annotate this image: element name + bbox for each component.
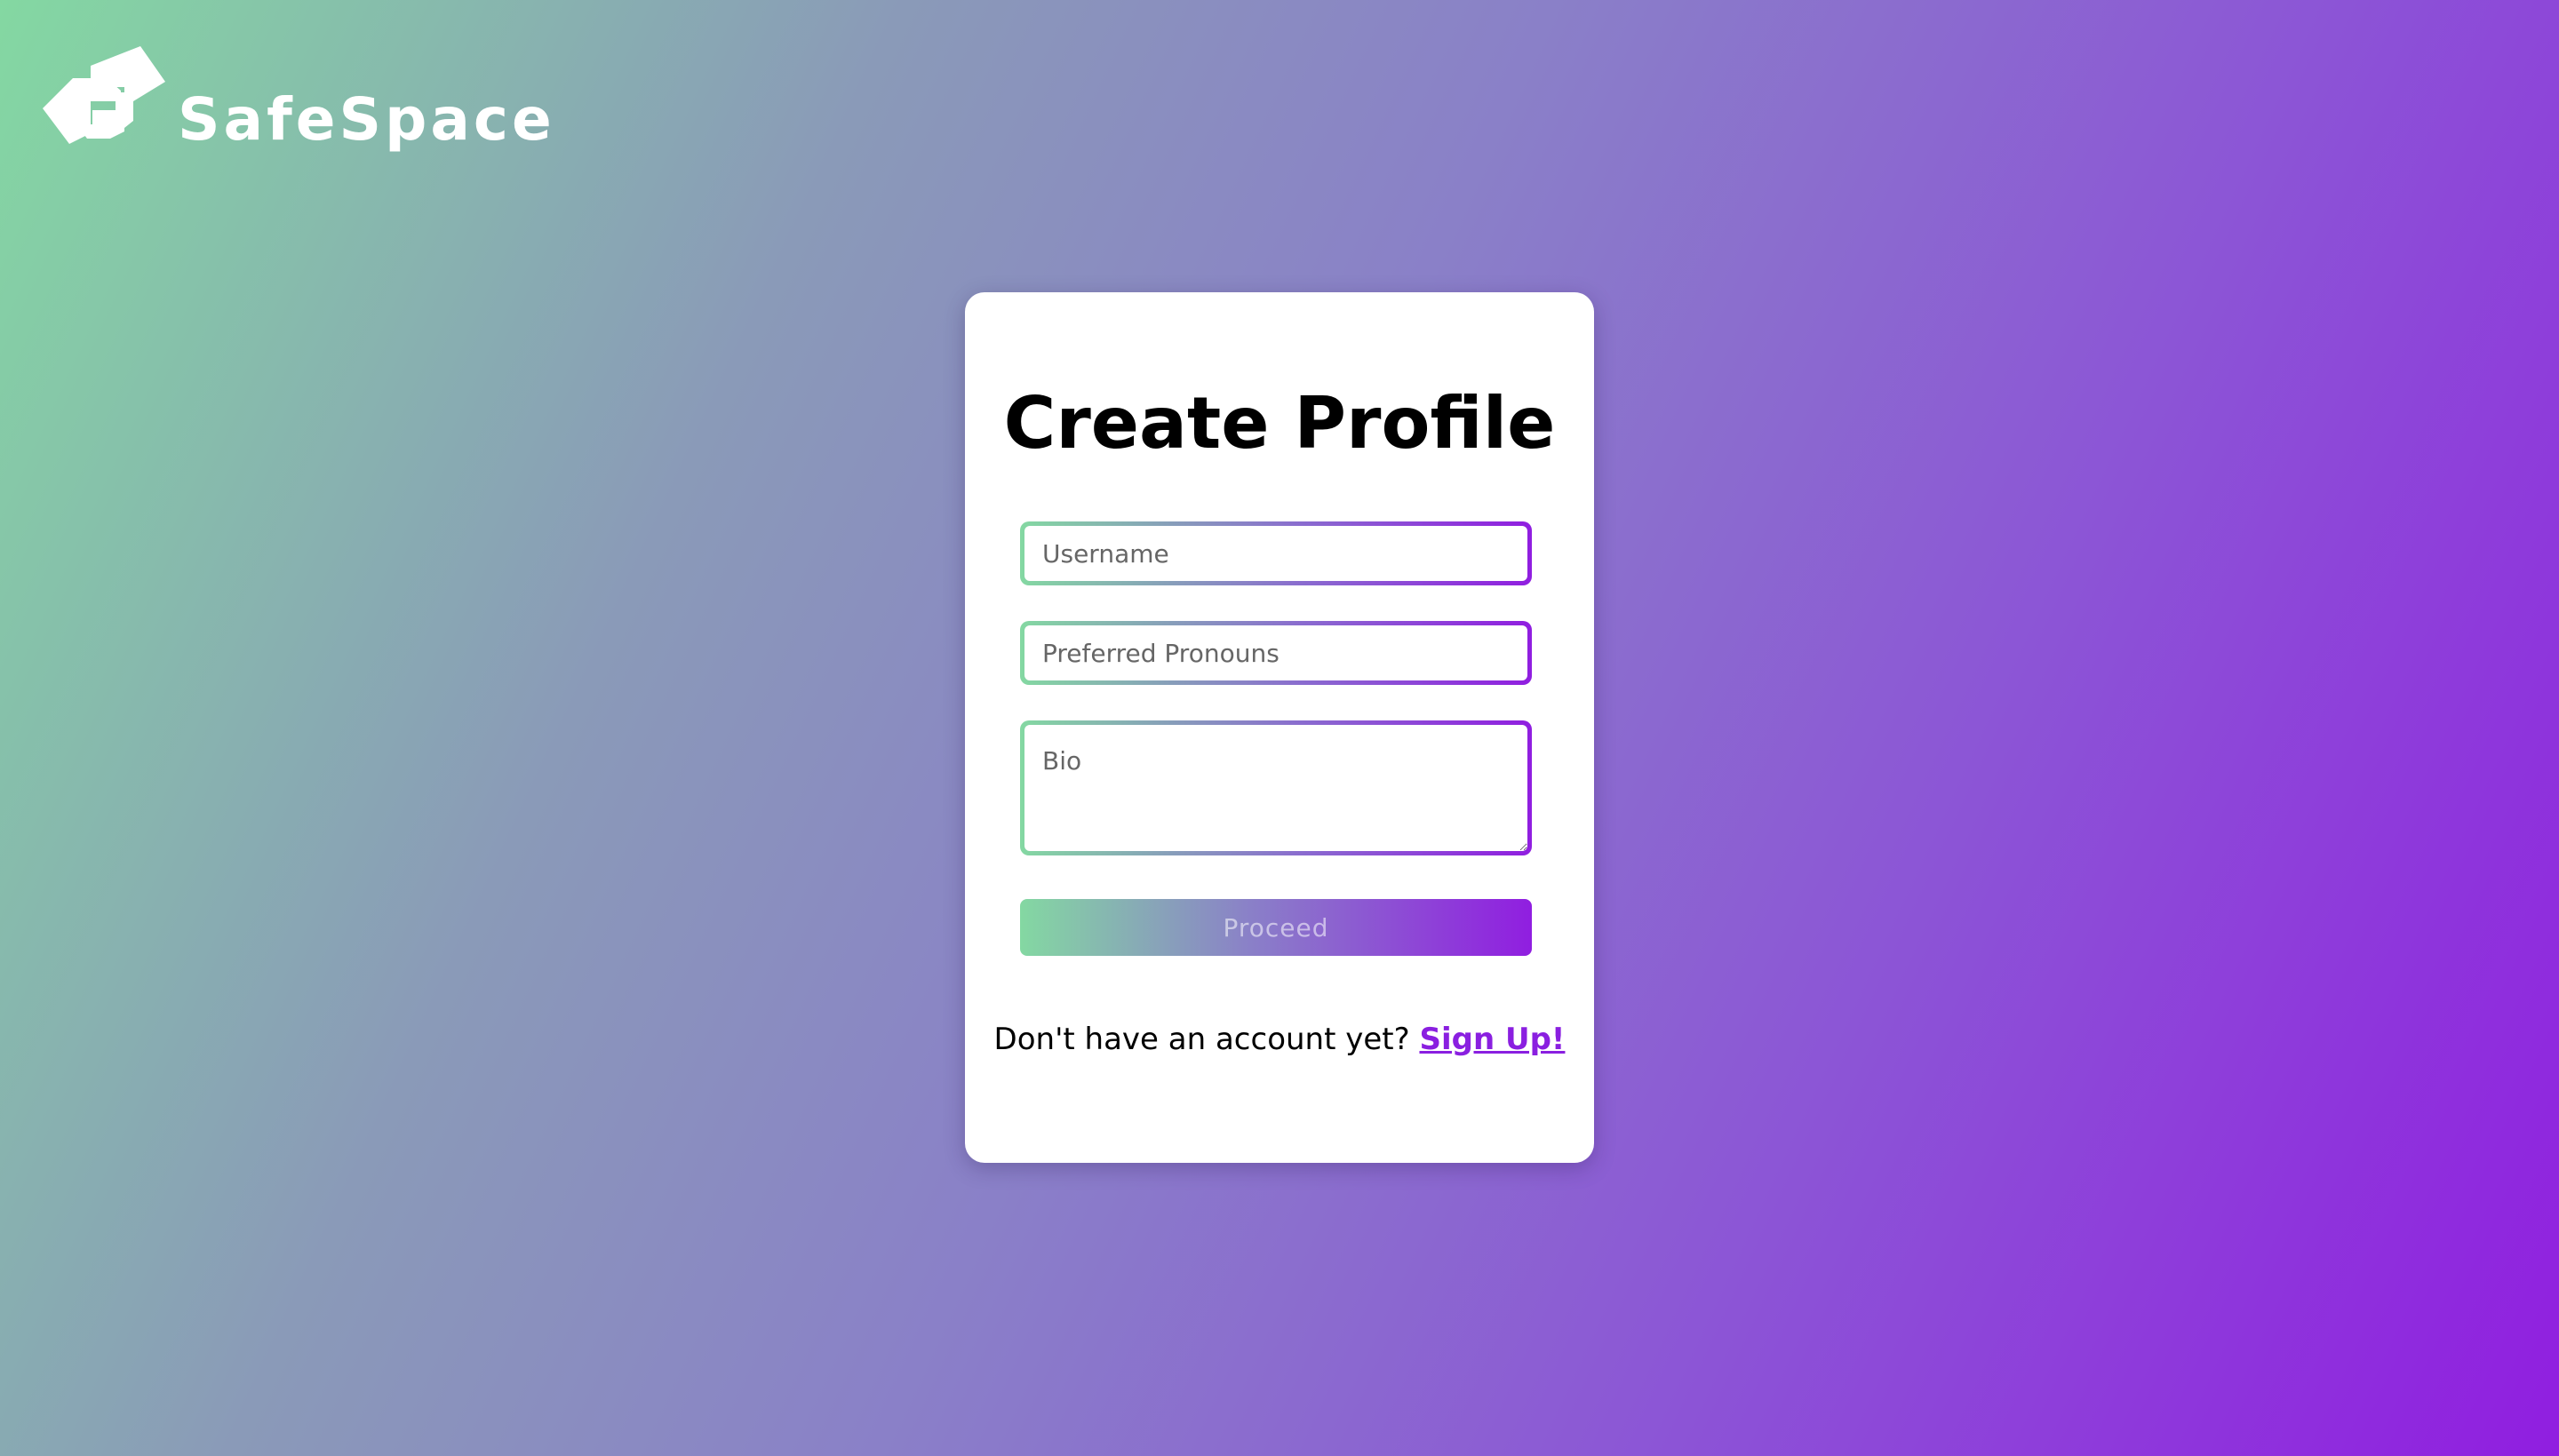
signup-prompt-line: Don't have an account yet? Sign Up! (965, 1022, 1594, 1058)
pronouns-input[interactable] (1024, 625, 1527, 680)
proceed-button[interactable]: Proceed (1020, 899, 1532, 956)
brand-logo[interactable]: SafeSpace (36, 34, 555, 149)
bio-field-border (1020, 720, 1532, 855)
username-field-border (1020, 521, 1532, 585)
brand-name: SafeSpace (178, 85, 555, 154)
create-profile-card: Create Profile Proceed Don't have an acc… (965, 292, 1594, 1163)
page-title: Create Profile (1003, 382, 1556, 465)
signup-link[interactable]: Sign Up! (1419, 1022, 1565, 1057)
bio-textarea[interactable] (1024, 725, 1527, 851)
pronouns-field-border (1020, 621, 1532, 685)
linked-hands-icon (43, 46, 165, 144)
username-input[interactable] (1024, 526, 1527, 581)
signup-prompt-text: Don't have an account yet? (993, 1022, 1410, 1057)
